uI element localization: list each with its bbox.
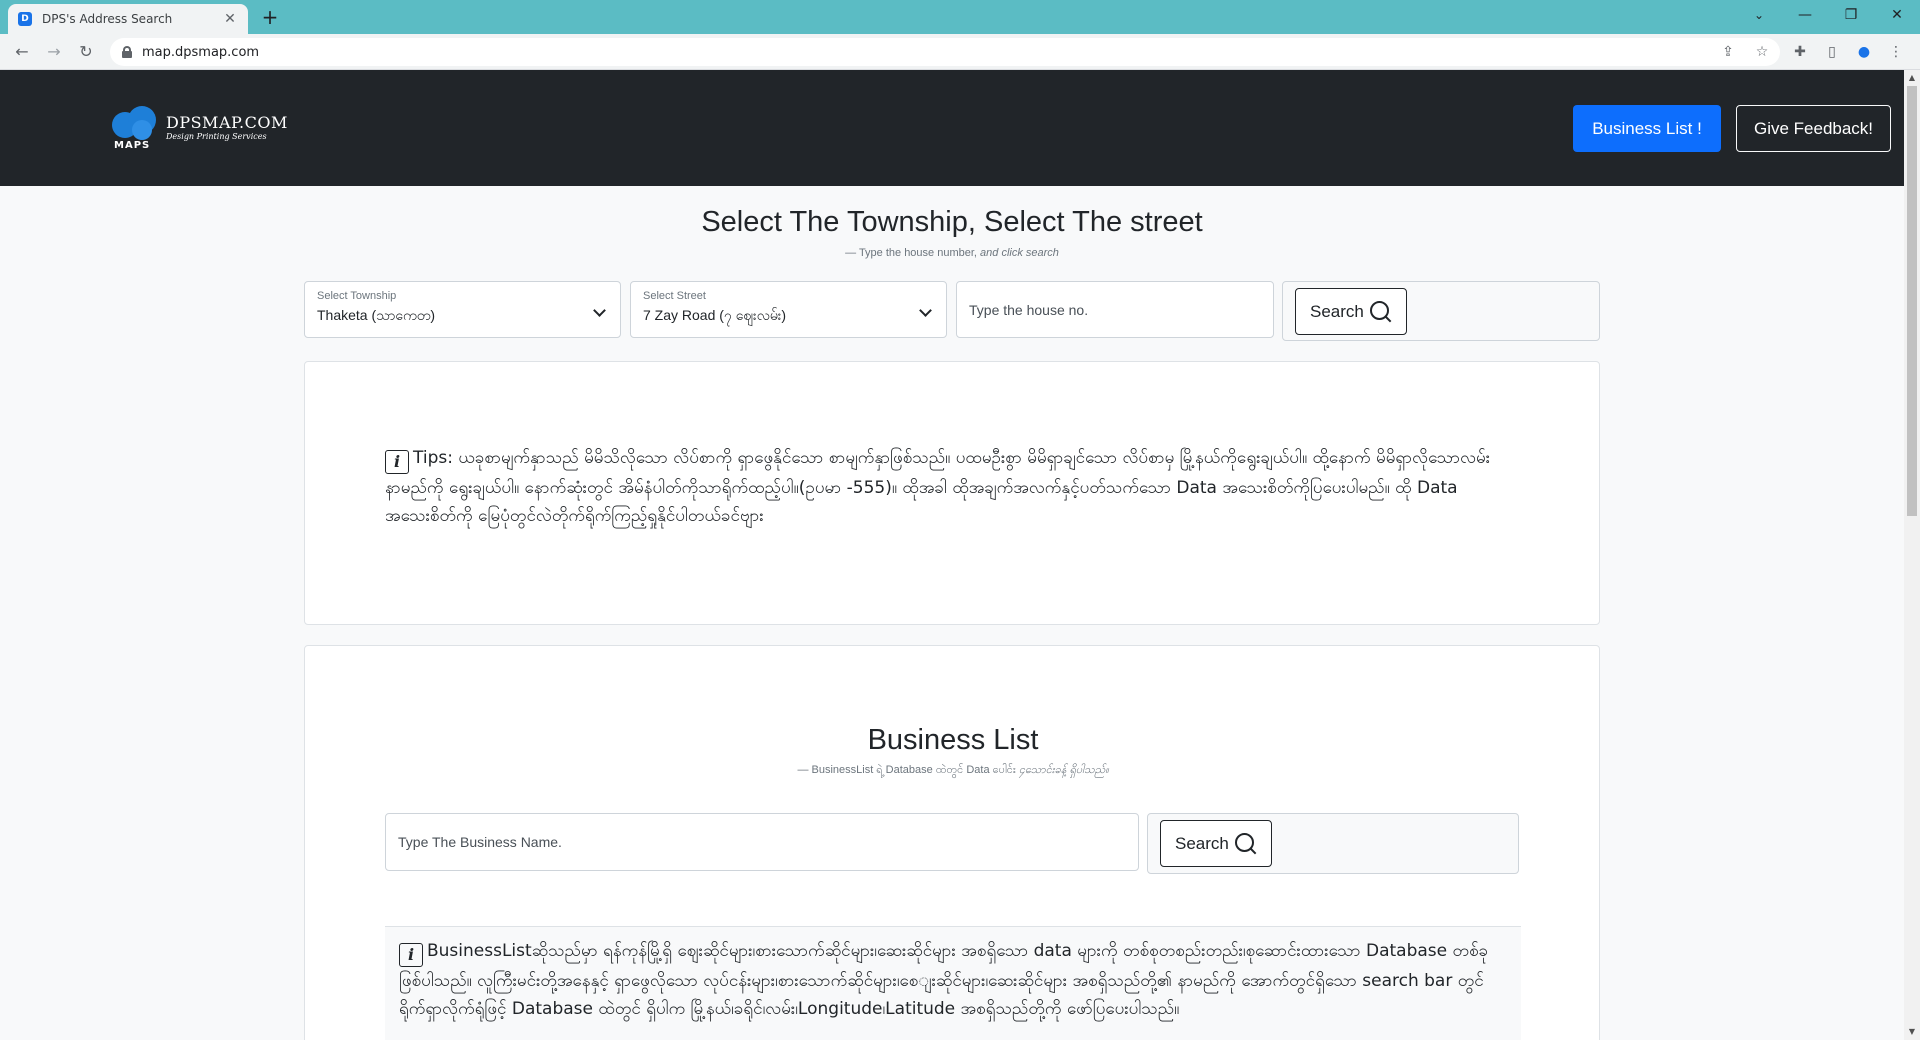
scroll-thumb[interactable] bbox=[1907, 86, 1917, 516]
street-select-value: 7 Zay Road (၇ ဈေးလမ်း) bbox=[643, 307, 787, 323]
maximize-button[interactable]: ❐ bbox=[1828, 0, 1874, 30]
scroll-down-arrow[interactable]: ▼ bbox=[1904, 1024, 1920, 1040]
search-icon bbox=[1369, 300, 1392, 323]
street-select-label: Select Street bbox=[643, 290, 706, 302]
reload-button[interactable]: ↻ bbox=[74, 40, 98, 64]
info-icon: i bbox=[399, 943, 423, 967]
business-list-subtitle: — BusinessList ရဲ့ Database ထဲတွင် Data … bbox=[797, 764, 1109, 776]
address-search-subtitle: — Type the house number, and click searc… bbox=[845, 247, 1059, 259]
site-header: MAPS DPSMAP.COM Design Printing Services… bbox=[0, 70, 1904, 186]
business-list-card: Business List — BusinessList ရဲ့ Databas… bbox=[304, 645, 1600, 1040]
minimize-button[interactable]: — bbox=[1782, 0, 1828, 30]
business-name-input[interactable] bbox=[385, 813, 1139, 871]
logo-name: DPSMAP.COM bbox=[166, 113, 288, 132]
search-icon bbox=[1234, 832, 1257, 855]
township-select-value: Thaketa (သာကေတ) bbox=[317, 307, 436, 323]
give-feedback-button[interactable]: Give Feedback! bbox=[1736, 105, 1891, 152]
browser-toolbar: ← → ↻ map.dpsmap.com ⇪ ☆ ✚ ▯ ● ⋮ bbox=[0, 34, 1920, 70]
business-list-title: Business List bbox=[867, 724, 1039, 756]
close-window-button[interactable]: ✕ bbox=[1874, 0, 1920, 30]
street-select[interactable]: Select Street 7 Zay Road (၇ ဈေးလမ်း) bbox=[630, 281, 947, 338]
address-search-title: Select The Township, Select The street bbox=[701, 206, 1203, 238]
tips-text-block: i Tips: ယခုစာမျက်နှာသည် မိမိသိလိုသော လိပ်… bbox=[385, 444, 1525, 530]
logo-mark-icon: MAPS bbox=[112, 106, 162, 151]
address-search-button[interactable]: Search bbox=[1295, 288, 1407, 335]
browser-menu-icon[interactable]: ⋮ bbox=[1884, 40, 1908, 64]
house-number-input[interactable] bbox=[956, 281, 1274, 338]
tab-search-icon[interactable]: ⌄ bbox=[1736, 0, 1782, 30]
side-panel-icon[interactable]: ▯ bbox=[1820, 40, 1844, 64]
address-bar[interactable]: map.dpsmap.com bbox=[110, 38, 1780, 66]
business-info-block: i BusinessListဆိုသည်မှာ ရန်ကုန်မြို့ရှိ ဈ… bbox=[385, 926, 1521, 1040]
tab-close-icon[interactable]: ✕ bbox=[222, 11, 238, 27]
logo-maps-text: MAPS bbox=[114, 140, 151, 151]
extensions-icon[interactable]: ✚ bbox=[1788, 40, 1812, 64]
browser-tab[interactable]: D DPS's Address Search ✕ bbox=[8, 4, 248, 34]
business-list-button[interactable]: Business List ! bbox=[1573, 105, 1721, 152]
business-search-button[interactable]: Search bbox=[1160, 820, 1272, 867]
forward-button[interactable]: → bbox=[42, 40, 66, 64]
site-logo[interactable]: MAPS DPSMAP.COM Design Printing Services bbox=[112, 106, 288, 151]
new-tab-button[interactable]: + bbox=[258, 6, 282, 30]
business-search-group: Search bbox=[1147, 813, 1519, 874]
profile-extension-icon[interactable]: ● bbox=[1852, 40, 1876, 64]
township-select-label: Select Township bbox=[317, 290, 397, 302]
tips-card: i Tips: ယခုစာမျက်နှာသည် မိမိသိလိုသော လိပ်… bbox=[304, 361, 1600, 625]
back-button[interactable]: ← bbox=[10, 40, 34, 64]
page-scrollbar[interactable]: ▲ ▼ bbox=[1904, 70, 1920, 1040]
scroll-up-arrow[interactable]: ▲ bbox=[1904, 70, 1920, 86]
info-icon: i bbox=[385, 450, 409, 474]
browser-tab-bar: D DPS's Address Search ✕ + ⌄ — ❐ ✕ bbox=[0, 0, 1920, 34]
address-search-group: Search bbox=[1282, 281, 1600, 341]
lock-icon bbox=[122, 46, 132, 58]
url-text: map.dpsmap.com bbox=[142, 44, 260, 60]
bookmark-star-icon[interactable]: ☆ bbox=[1750, 40, 1774, 64]
township-select[interactable]: Select Township Thaketa (သာကေတ) bbox=[304, 281, 621, 338]
tab-title: DPS's Address Search bbox=[42, 12, 173, 26]
logo-subtitle: Design Printing Services bbox=[166, 132, 267, 141]
tips-text: Tips: ယခုစာမျက်နှာသည် မိမိသိလိုသော လိပ်စ… bbox=[385, 448, 1491, 526]
site-favicon-icon: D bbox=[18, 12, 32, 26]
business-info-text: BusinessListဆိုသည်မှာ ရန်ကုန်မြို့ရှိ ဈေ… bbox=[399, 941, 1489, 1019]
share-icon[interactable]: ⇪ bbox=[1716, 40, 1740, 64]
